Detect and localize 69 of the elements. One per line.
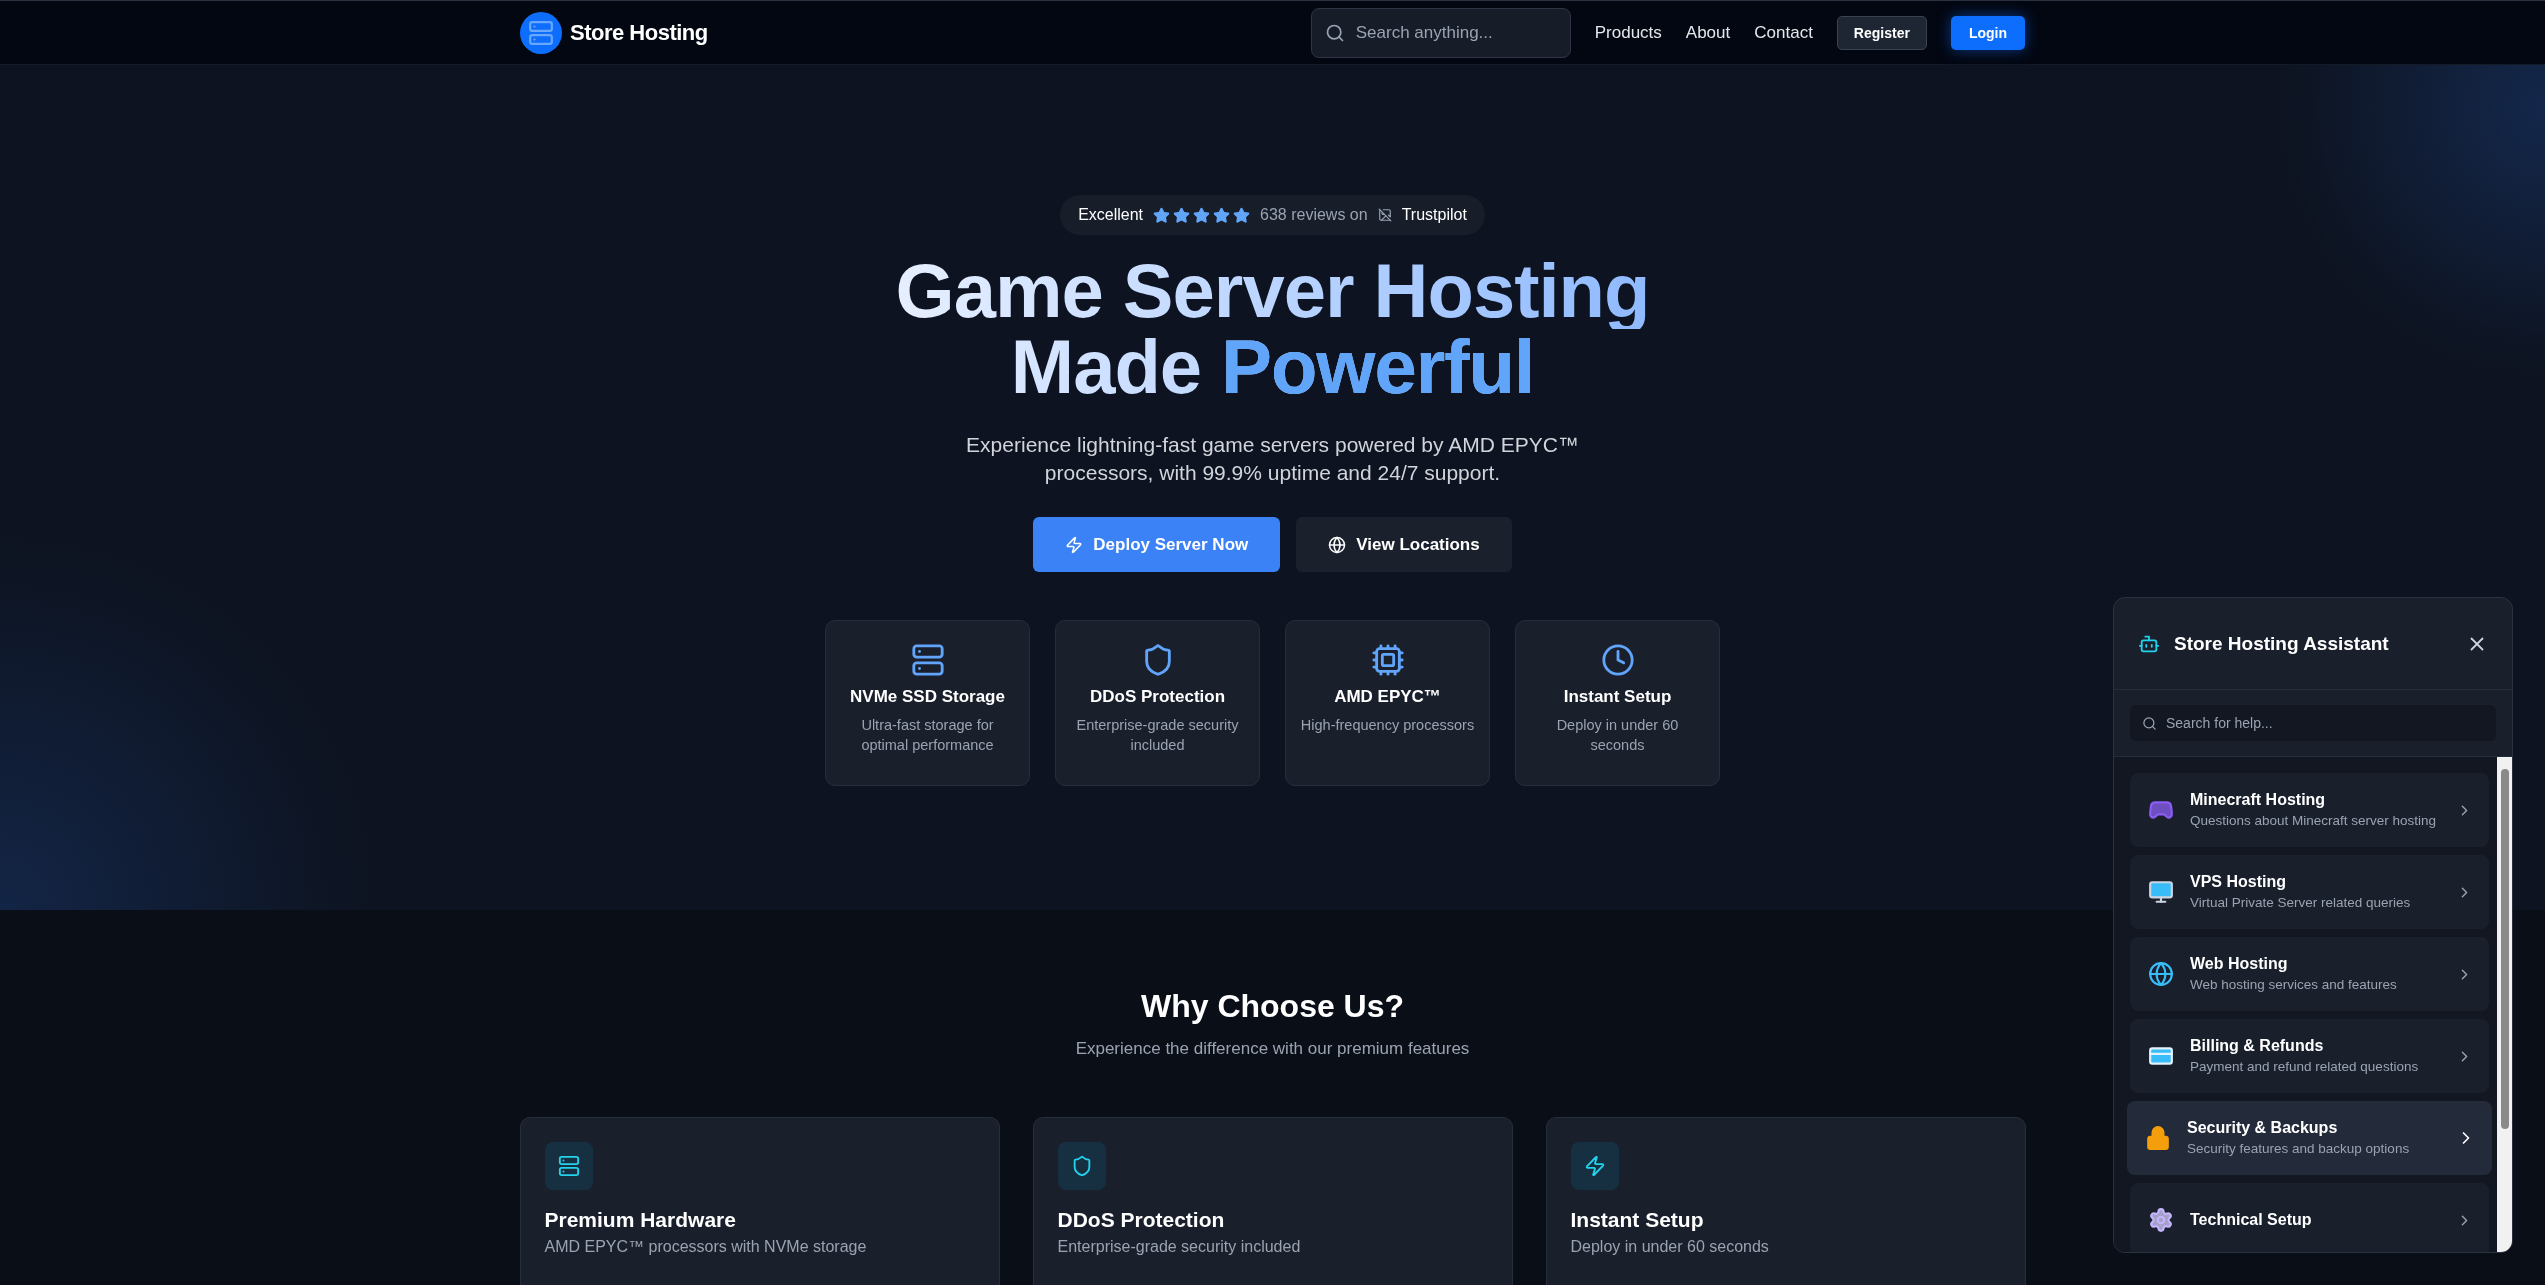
broken-image-icon <box>1377 208 1392 222</box>
server-icon <box>528 19 554 46</box>
feature-text: Ultra-fast storage for optimal performance <box>860 716 995 755</box>
nav-link[interactable]: Contact <box>1754 22 1813 43</box>
topic-title: Security & Backups <box>2187 1118 2339 1137</box>
star-icon <box>1213 206 1231 224</box>
benefit-title: DDoS Protection <box>1057 1208 1226 1232</box>
benefit-title: Premium Hardware <box>544 1208 737 1232</box>
scrollbar[interactable] <box>2497 757 2512 1252</box>
clock-icon <box>1600 643 1635 677</box>
feature-title: Instant Setup <box>1563 687 1672 707</box>
nav-link[interactable]: Products <box>1594 22 1662 43</box>
section-heading: Why Choose Us? <box>1140 988 1405 1025</box>
topic-item[interactable]: Billing & Refunds Payment and refund related questions <box>2130 1019 2489 1093</box>
globe-icon <box>2148 961 2174 987</box>
topic-description: Web hosting services and features <box>2190 975 2398 994</box>
feature-text: Deploy in under 60 seconds <box>1555 716 1680 755</box>
topic-description: Payment and refund related questions <box>2190 1057 2420 1076</box>
lightning-icon <box>1583 1155 1606 1177</box>
star-icon <box>1153 206 1171 224</box>
chip-icon <box>1370 643 1405 677</box>
topic-item[interactable]: Technical Setup <box>2130 1183 2489 1252</box>
search-icon <box>2142 716 2157 731</box>
rating-label: Excellent <box>1078 206 1144 224</box>
deploy-button[interactable]: Deploy Server Now <box>1033 517 1281 572</box>
topic-item[interactable]: Minecraft Hosting Questions about Minecraft server hosting <box>2130 773 2489 847</box>
topic-description: Virtual Private Server related queries <box>2190 893 2412 912</box>
register-button[interactable]: Register <box>1836 15 1927 50</box>
benefit-title: Instant Setup <box>1570 1208 1705 1232</box>
topic-item[interactable]: VPS Hosting Virtual Private Server related queries <box>2130 855 2489 929</box>
brand-name: Store Hosting <box>570 19 708 46</box>
server-icon <box>557 1155 580 1177</box>
login-button[interactable]: Login <box>1950 15 2025 50</box>
star-icon <box>1173 206 1191 224</box>
review-count: 638 reviews on <box>1260 206 1368 224</box>
topic-title: Technical Setup <box>2190 1211 2313 1229</box>
nav-link[interactable]: About <box>1685 22 1731 43</box>
help-search-field[interactable]: Search for help... <box>2130 705 2496 741</box>
section-subtitle: Experience the difference with our premium features <box>1075 1039 1470 1059</box>
topic-title: Web Hosting <box>2190 954 2289 973</box>
star-icon <box>1233 206 1251 224</box>
locations-button[interactable]: View Locations <box>1296 517 1512 572</box>
topic-description: Security features and backup options <box>2187 1139 2411 1158</box>
assistant-title: Store Hosting Assistant <box>2174 632 2390 655</box>
benefit-text: AMD EPYC™ processors with NVMe storage <box>544 1238 868 1256</box>
feature-title: NVMe SSD Storage <box>850 687 1005 707</box>
feature-title: AMD EPYC™ <box>1334 687 1441 707</box>
benefit-text: Enterprise-grade security included <box>1057 1238 1302 1256</box>
hero-subtitle: Experience lightning-fast game servers powered by AMD EPYC™ processors, with 99.9% uptime and 24/7 support. <box>965 432 1580 486</box>
topic-item[interactable]: Security & Backups Security features and backup options <box>2127 1101 2492 1175</box>
search-field[interactable]: Search anything... <box>1310 7 1571 58</box>
monitor-icon <box>2148 879 2174 905</box>
lightning-icon <box>1065 535 1084 554</box>
topic-description: Questions about Minecraft server hosting <box>2190 811 2438 830</box>
globe-icon <box>1328 535 1347 554</box>
star-icon <box>1193 206 1211 224</box>
feature-text: Enterprise-grade security included <box>1075 716 1240 755</box>
topic-title: Minecraft Hosting <box>2190 790 2327 809</box>
gear-icon <box>2148 1207 2174 1233</box>
search-icon <box>1324 22 1345 43</box>
server-icon <box>910 643 945 677</box>
padlock-icon <box>2145 1125 2171 1151</box>
feature-text: High-frequency processors <box>1300 716 1475 735</box>
topic-item[interactable]: Web Hosting Web hosting services and features <box>2130 937 2489 1011</box>
benefit-text: Deploy in under 60 seconds <box>1570 1238 1770 1256</box>
trustpilot-alt-text: Trustpilot <box>1401 206 1467 224</box>
feature-title: DDoS Protection <box>1089 687 1226 707</box>
topic-title: VPS Hosting <box>2190 872 2287 891</box>
topic-title: Billing & Refunds <box>2190 1036 2325 1055</box>
